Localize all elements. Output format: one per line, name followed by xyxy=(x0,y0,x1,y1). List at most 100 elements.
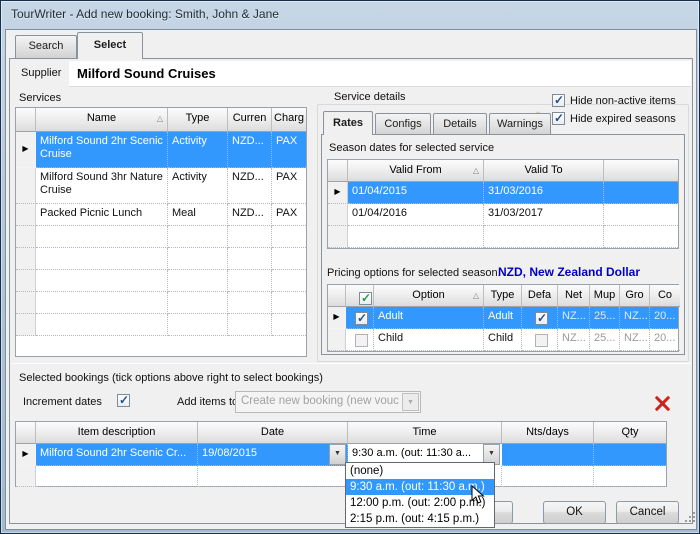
tab-rates[interactable]: Rates xyxy=(323,111,373,135)
season-valid-from: 01/04/2016 xyxy=(348,204,484,226)
adult-default-checkbox[interactable] xyxy=(535,312,548,325)
tab-configs[interactable]: Configs xyxy=(375,113,431,135)
tab-warnings[interactable]: Warnings xyxy=(489,113,551,135)
season-row-selected[interactable]: ▶ 01/04/2015 31/03/2016 xyxy=(328,182,678,204)
pricing-header-option[interactable]: Option△ xyxy=(374,285,484,307)
service-row-selected[interactable]: ▶ Milford Sound 2hr Scenic Cruise Activi… xyxy=(16,132,306,168)
pricing-option: Child xyxy=(374,329,484,351)
bookings-header-time[interactable]: Time xyxy=(348,422,502,444)
pricing-header-select-all[interactable] xyxy=(346,285,374,307)
hide-non-active-checkbox[interactable] xyxy=(552,94,565,107)
pricing-net: NZ... xyxy=(558,307,590,329)
pricing-header-net[interactable]: Net xyxy=(558,285,590,307)
pricing-row-child[interactable]: Child Child NZ... 25... NZ... 20... xyxy=(328,329,678,351)
pricing-markup: 25... xyxy=(590,329,620,351)
pricing-options-grid: Option△ Type Defa Net Mup Gro Co ▶ Adult… xyxy=(327,284,679,352)
pricing-type: Child xyxy=(484,329,522,351)
season-header-marker xyxy=(328,160,348,182)
bookings-header-nts[interactable]: Nts/days xyxy=(502,422,594,444)
service-currency: NZD... xyxy=(228,204,272,226)
pricing-currency-label: NZD, New Zealand Dollar xyxy=(498,265,640,279)
row-marker-icon: ▶ xyxy=(22,144,28,153)
add-items-label: Add items to: xyxy=(177,396,241,408)
services-header-marker xyxy=(16,108,36,132)
service-type: Activity xyxy=(168,132,228,168)
pricing-header-markup[interactable]: Mup xyxy=(590,285,620,307)
bookings-grid: Item description Date Time Nts/days Qty … xyxy=(15,421,667,487)
pricing-header-gross[interactable]: Gro xyxy=(620,285,650,307)
services-grid: Name△ Type Curren Charg ▶ Milford Sound … xyxy=(15,107,307,357)
season-valid-to: 31/03/2016 xyxy=(484,182,604,204)
chevron-down-icon: ▼ xyxy=(402,393,419,411)
tab-search[interactable]: Search xyxy=(15,35,77,58)
hide-expired-checkbox[interactable] xyxy=(552,112,565,125)
pricing-row-adult[interactable]: ▶ Adult Adult NZ... 25... NZ... 20... xyxy=(328,307,678,329)
adult-select-checkbox[interactable] xyxy=(355,312,368,325)
hide-non-active-label: Hide non-active items xyxy=(570,95,676,107)
service-charge: PAX xyxy=(272,204,306,226)
date-dropdown-button[interactable]: ▼ xyxy=(329,444,346,465)
services-header-name[interactable]: Name△ xyxy=(36,108,168,132)
tab-details[interactable]: Details xyxy=(433,113,487,135)
child-select-checkbox[interactable] xyxy=(355,334,368,347)
service-row[interactable]: Packed Picnic Lunch Meal NZD... PAX xyxy=(16,204,306,226)
service-charge: PAX xyxy=(272,132,306,168)
delete-booking-button[interactable] xyxy=(654,395,670,411)
pricing-header-default[interactable]: Defa xyxy=(522,285,558,307)
season-valid-to: 31/03/2017 xyxy=(484,204,604,226)
service-name: Milford Sound 2hr Scenic Cruise xyxy=(36,132,168,168)
increment-dates-checkbox[interactable] xyxy=(117,394,130,407)
bookings-header-date[interactable]: Date xyxy=(198,422,348,444)
select-all-checkbox[interactable] xyxy=(359,292,372,305)
service-name: Packed Picnic Lunch xyxy=(36,204,168,226)
season-header-filler xyxy=(604,160,678,182)
pricing-options-label: Pricing options for selected season. xyxy=(327,267,501,279)
section-divider xyxy=(11,363,691,364)
booking-date-cell[interactable]: 19/08/2015 ▼ xyxy=(198,444,348,466)
pricing-net: NZ... xyxy=(558,329,590,351)
dialog-window: TourWriter - Add new booking: Smith, Joh… xyxy=(0,0,700,534)
pricing-gross: NZ... xyxy=(620,329,650,351)
resize-grip[interactable] xyxy=(685,520,687,522)
pricing-commission: 20... xyxy=(650,329,680,351)
window-title: TourWriter - Add new booking: Smith, Joh… xyxy=(11,7,279,21)
time-option[interactable]: 2:15 p.m. (out: 4:15 p.m.) xyxy=(346,511,494,527)
add-items-combobox: Create new booking (new voucher) ▼ xyxy=(235,391,421,413)
season-valid-from: 01/04/2015 xyxy=(348,182,484,204)
services-header-currency[interactable]: Curren xyxy=(228,108,272,132)
time-option[interactable]: (none) xyxy=(346,463,494,479)
bookings-header-qty[interactable]: Qty xyxy=(594,422,666,444)
pricing-commission: 20... xyxy=(650,307,680,329)
add-items-value: Create new booking (new voucher) xyxy=(241,395,399,407)
supplier-label: Supplier xyxy=(21,67,61,79)
pricing-markup: 25... xyxy=(590,307,620,329)
booking-row-selected[interactable]: ▶ Milford Sound 2hr Scenic Cr... 19/08/2… xyxy=(16,444,666,466)
service-row[interactable]: Milford Sound 3hr Nature Cruise Activity… xyxy=(16,168,306,204)
season-header-valid-from[interactable]: Valid From△ xyxy=(348,160,484,182)
pricing-header-type[interactable]: Type xyxy=(484,285,522,307)
row-marker-icon: ▶ xyxy=(22,449,28,458)
tab-select[interactable]: Select xyxy=(77,32,143,59)
service-currency: NZD... xyxy=(228,168,272,204)
service-name: Milford Sound 3hr Nature Cruise xyxy=(36,168,168,204)
sort-asc-icon: △ xyxy=(473,166,479,175)
hide-expired-label: Hide expired seasons xyxy=(570,113,676,125)
season-row[interactable]: 01/04/2016 31/03/2017 xyxy=(328,204,678,226)
pricing-header-commission[interactable]: Co xyxy=(650,285,680,307)
services-label: Services xyxy=(19,92,61,104)
service-type: Activity xyxy=(168,168,228,204)
bookings-header-item[interactable]: Item description xyxy=(36,422,198,444)
booking-nts-cell xyxy=(502,444,594,466)
services-header-charge[interactable]: Charg xyxy=(272,108,306,132)
service-charge: PAX xyxy=(272,168,306,204)
pricing-gross: NZ... xyxy=(620,307,650,329)
services-header-type[interactable]: Type xyxy=(168,108,228,132)
sort-asc-icon: △ xyxy=(473,291,479,300)
season-header-valid-to[interactable]: Valid To xyxy=(484,160,604,182)
season-dates-label: Season dates for selected service xyxy=(329,142,494,154)
ok-button[interactable]: OK xyxy=(543,501,606,524)
cancel-button[interactable]: Cancel xyxy=(616,501,679,524)
pricing-type: Adult xyxy=(484,307,522,329)
season-dates-grid: Valid From△ Valid To ▶ 01/04/2015 31/03/… xyxy=(327,159,679,249)
sort-asc-icon: △ xyxy=(157,114,163,123)
